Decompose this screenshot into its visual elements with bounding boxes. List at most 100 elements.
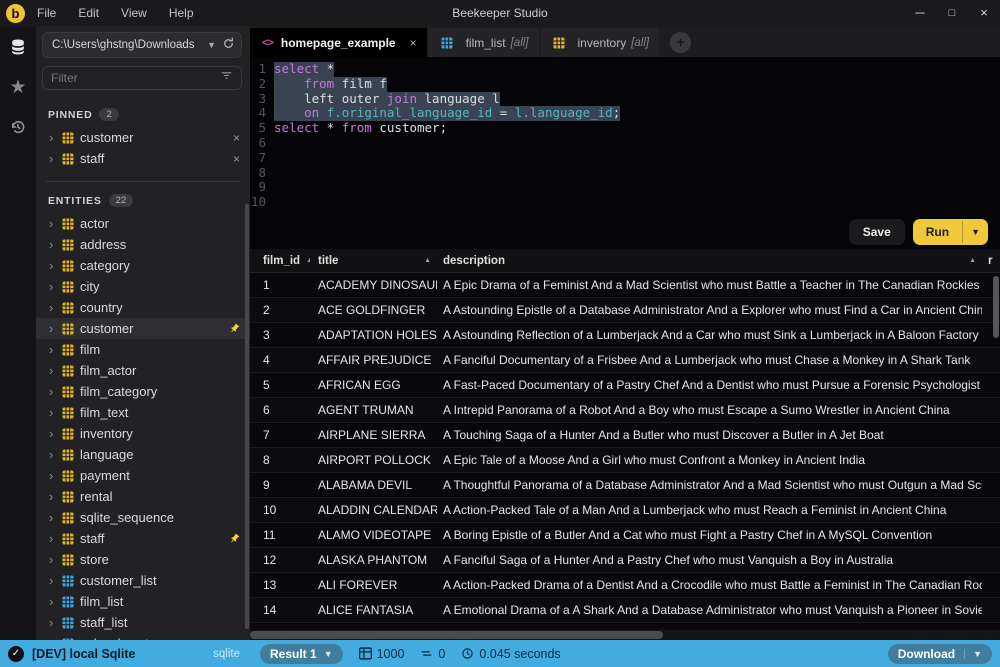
cell-film-id[interactable]: 10: [250, 498, 310, 522]
table-row[interactable]: 3ADAPTATION HOLESA Astounding Reflection…: [250, 323, 1000, 348]
table-row[interactable]: 14ALICE FANTASIAA Emotional Drama of a A…: [250, 598, 1000, 623]
table-row[interactable]: 11ALAMO VIDEOTAPEA Boring Epistle of a B…: [250, 523, 1000, 548]
new-tab-button[interactable]: +: [670, 32, 691, 53]
history-icon[interactable]: [5, 114, 31, 140]
download-button[interactable]: Download ▼: [888, 644, 992, 664]
sidebar-item-film_actor[interactable]: ›film_actor: [36, 360, 250, 381]
cell-film-id[interactable]: 5: [250, 373, 310, 397]
chevron-right-icon[interactable]: ›: [49, 279, 62, 294]
cell-film-id[interactable]: 14: [250, 598, 310, 622]
result-selector-button[interactable]: Result 1 ▼: [260, 644, 343, 664]
cell-title[interactable]: ALI FOREVER: [310, 573, 437, 597]
cell-film-id[interactable]: 8: [250, 448, 310, 472]
pin-icon[interactable]: [229, 323, 240, 334]
cell-title[interactable]: ALASKA PHANTOM: [310, 548, 437, 572]
cell-film-id[interactable]: 11: [250, 523, 310, 547]
run-button[interactable]: Run ▼: [913, 219, 988, 245]
cell-title[interactable]: ALAMO VIDEOTAPE: [310, 523, 437, 547]
chevron-right-icon[interactable]: ›: [49, 447, 62, 462]
column-header-clipped[interactable]: r: [982, 249, 1000, 272]
cell-title[interactable]: ADAPTATION HOLES: [310, 323, 437, 347]
maximize-icon[interactable]: □: [936, 0, 968, 26]
cell-description[interactable]: A Boring Epistle of a Butler And a Cat w…: [437, 523, 982, 547]
sidebar-item-store[interactable]: ›store: [36, 549, 250, 570]
sidebar-item-address[interactable]: ›address: [36, 234, 250, 255]
chevron-right-icon[interactable]: ›: [49, 531, 62, 546]
cell-film-id[interactable]: 4: [250, 348, 310, 372]
chevron-right-icon[interactable]: ›: [49, 615, 62, 630]
tab-film_list[interactable]: film_list[all]: [429, 28, 539, 57]
table-row[interactable]: 8AIRPORT POLLOCKA Epic Tale of a Moose A…: [250, 448, 1000, 473]
cell-description[interactable]: A Epic Drama of a Feminist And a Mad Sci…: [437, 273, 982, 297]
filter-input[interactable]: [51, 71, 220, 85]
sidebar-item-film_text[interactable]: ›film_text: [36, 402, 250, 423]
tab-inventory[interactable]: inventory[all]: [541, 28, 660, 57]
table-row[interactable]: 10ALADDIN CALENDARA Action-Packed Tale o…: [250, 498, 1000, 523]
cell-title[interactable]: ALABAMA DEVIL: [310, 473, 437, 497]
cell-title[interactable]: ALICE FANTASIA: [310, 598, 437, 622]
cell-description[interactable]: A Thoughtful Panorama of a Database Admi…: [437, 473, 982, 497]
table-row[interactable]: 12ALASKA PHANTOMA Fanciful Saga of a Hun…: [250, 548, 1000, 573]
table-row[interactable]: 5AFRICAN EGGA Fast-Paced Documentary of …: [250, 373, 1000, 398]
run-label[interactable]: Run: [913, 219, 962, 245]
database-icon[interactable]: [5, 34, 31, 60]
table-row[interactable]: 9ALABAMA DEVILA Thoughtful Panorama of a…: [250, 473, 1000, 498]
chevron-right-icon[interactable]: ›: [49, 552, 62, 567]
cell-title[interactable]: AIRPLANE SIERRA: [310, 423, 437, 447]
cell-title[interactable]: AIRPORT POLLOCK: [310, 448, 437, 472]
sidebar-item-inventory[interactable]: ›inventory: [36, 423, 250, 444]
tab-close-icon[interactable]: ×: [410, 36, 417, 50]
sidebar-item-film[interactable]: ›film: [36, 339, 250, 360]
column-header-description[interactable]: description ▲: [437, 249, 982, 272]
chevron-right-icon[interactable]: ›: [49, 510, 62, 525]
chevron-right-icon[interactable]: ›: [49, 300, 62, 315]
menu-help[interactable]: Help: [169, 6, 194, 20]
cell-description[interactable]: A Emotional Drama of a A Shark And a Dat…: [437, 598, 982, 622]
cell-description[interactable]: A Action-Packed Tale of a Man And a Lumb…: [437, 498, 982, 522]
sidebar-item-sqlite_sequence[interactable]: ›sqlite_sequence: [36, 507, 250, 528]
save-button[interactable]: Save: [849, 219, 905, 245]
cell-description[interactable]: A Fanciful Documentary of a Frisbee And …: [437, 348, 982, 372]
chevron-right-icon[interactable]: ›: [49, 594, 62, 609]
chevron-right-icon[interactable]: ›: [49, 405, 62, 420]
sidebar-item-language[interactable]: ›language: [36, 444, 250, 465]
sidebar-item-staff[interactable]: ›staff: [36, 528, 250, 549]
cell-title[interactable]: AGENT TRUMAN: [310, 398, 437, 422]
table-row[interactable]: 2ACE GOLDFINGERA Astounding Epistle of a…: [250, 298, 1000, 323]
cell-description[interactable]: A Action-Packed Drama of a Dentist And a…: [437, 573, 982, 597]
chevron-right-icon[interactable]: ›: [49, 130, 62, 145]
cell-title[interactable]: AFRICAN EGG: [310, 373, 437, 397]
sidebar-item-staff[interactable]: ›staff×: [36, 148, 250, 169]
sidebar-item-actor[interactable]: ›actor: [36, 213, 250, 234]
run-dropdown-caret-icon[interactable]: ▼: [962, 221, 988, 243]
cell-film-id[interactable]: 9: [250, 473, 310, 497]
refresh-icon[interactable]: [222, 37, 235, 53]
horizontal-scrollbar-thumb[interactable]: [250, 631, 663, 639]
chevron-right-icon[interactable]: ›: [49, 237, 62, 252]
column-header-title[interactable]: title ▲: [310, 249, 437, 272]
cell-title[interactable]: ALADDIN CALENDAR: [310, 498, 437, 522]
table-row[interactable]: 4AFFAIR PREJUDICEA Fanciful Documentary …: [250, 348, 1000, 373]
cell-film-id[interactable]: 7: [250, 423, 310, 447]
sidebar-item-city[interactable]: ›city: [36, 276, 250, 297]
cell-description[interactable]: A Fast-Paced Documentary of a Pastry Che…: [437, 373, 982, 397]
sidebar-item-film_category[interactable]: ›film_category: [36, 381, 250, 402]
column-header-film-id[interactable]: film_id ▲: [250, 249, 310, 272]
chevron-right-icon[interactable]: ›: [49, 426, 62, 441]
cell-film-id[interactable]: 2: [250, 298, 310, 322]
pin-icon[interactable]: [229, 533, 240, 544]
sql-editor[interactable]: 1select *2 from film f3 left outer join …: [250, 57, 1000, 215]
sidebar-item-customer[interactable]: ›customer: [36, 318, 250, 339]
sidebar-item-rental[interactable]: ›rental: [36, 486, 250, 507]
cell-film-id[interactable]: 13: [250, 573, 310, 597]
cell-description[interactable]: A Astounding Epistle of a Database Admin…: [437, 298, 982, 322]
cell-title[interactable]: ACE GOLDFINGER: [310, 298, 437, 322]
unpin-close-icon[interactable]: ×: [233, 152, 240, 166]
table-row[interactable]: 7AIRPLANE SIERRAA Touching Saga of a Hun…: [250, 423, 1000, 448]
tab-homepage_example[interactable]: <>homepage_example×: [250, 28, 427, 57]
chevron-right-icon[interactable]: ›: [49, 489, 62, 504]
table-row[interactable]: 1ACADEMY DINOSAURA Epic Drama of a Femin…: [250, 273, 1000, 298]
cell-title[interactable]: ACADEMY DINOSAUR: [310, 273, 437, 297]
cell-description[interactable]: A Fanciful Saga of a Hunter And a Pastry…: [437, 548, 982, 572]
unpin-close-icon[interactable]: ×: [233, 131, 240, 145]
